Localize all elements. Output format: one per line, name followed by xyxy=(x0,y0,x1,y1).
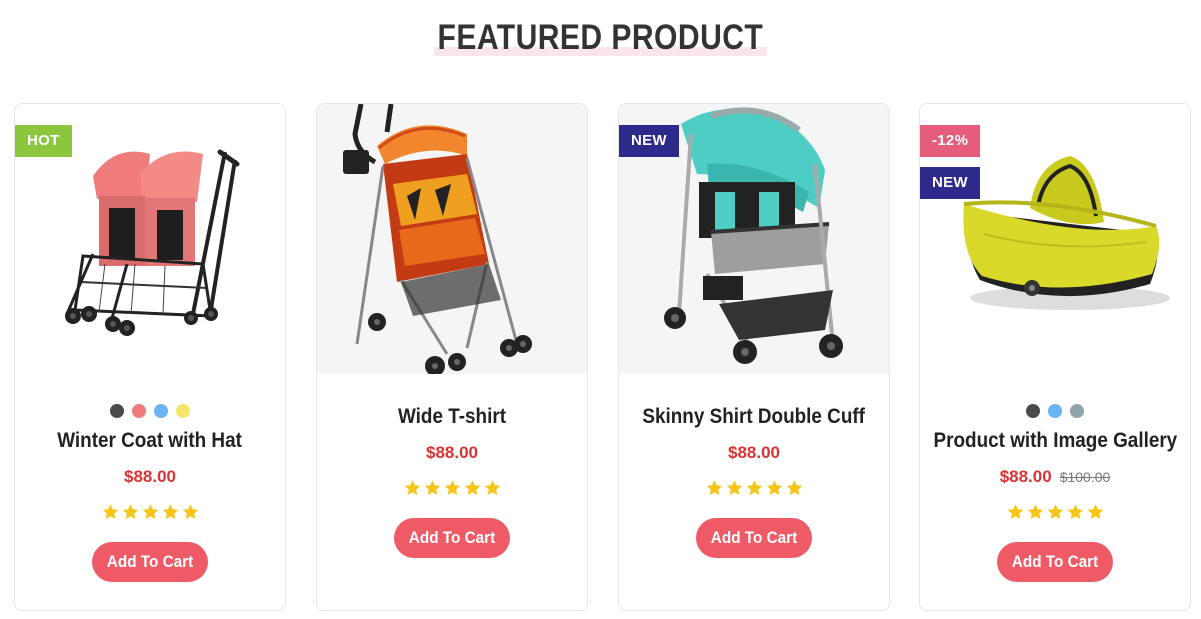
color-swatch-1[interactable] xyxy=(1026,404,1040,418)
product-price: $88.00 $100.00 xyxy=(999,467,1111,486)
color-swatch-1[interactable] xyxy=(110,404,124,418)
product-rating xyxy=(317,479,587,497)
star-icon xyxy=(1067,504,1083,519)
star-icon xyxy=(1007,504,1023,519)
add-to-cart-button[interactable]: Add To Cart xyxy=(696,518,812,558)
star-icon xyxy=(162,504,178,519)
star-icon xyxy=(102,504,118,519)
color-swatch-3[interactable] xyxy=(1070,404,1084,418)
product-title[interactable]: Wide T-shirt xyxy=(317,405,587,429)
star-icon xyxy=(1027,504,1043,519)
star-icon xyxy=(404,480,420,495)
star-icon xyxy=(122,504,138,519)
product-price: $88.00 xyxy=(124,467,176,486)
star-icon xyxy=(1087,504,1103,519)
product-card-1[interactable]: HOT Winter Coat with Hat $88.00 Add To C… xyxy=(14,103,286,611)
star-icon xyxy=(444,480,460,495)
product-card-2[interactable]: Wide T-shirt $88.00 Add To Cart xyxy=(316,103,588,611)
star-icon xyxy=(1047,504,1063,519)
color-swatches xyxy=(15,404,285,418)
product-image[interactable]: HOT xyxy=(15,104,285,374)
product-title[interactable]: Product with Image Gallery xyxy=(920,429,1190,453)
product-image[interactable]: -12% NEW xyxy=(920,104,1190,374)
product-price: $88.00 xyxy=(426,443,478,462)
badge-hot: HOT xyxy=(15,125,72,157)
add-to-cart-button[interactable]: Add To Cart xyxy=(92,542,208,582)
old-price: $100.00 xyxy=(1059,469,1111,485)
star-icon xyxy=(142,504,158,519)
badge-new: NEW xyxy=(920,167,980,199)
product-rating xyxy=(15,503,285,521)
product-image[interactable]: NEW xyxy=(619,104,889,374)
star-icon xyxy=(706,480,722,495)
section-title-text: FEATURED PRODUCT xyxy=(434,18,767,58)
product-grid: HOT Winter Coat with Hat $88.00 Add To C… xyxy=(14,103,1191,612)
star-icon xyxy=(786,480,802,495)
product-card-4[interactable]: -12% NEW Product with Image Gallery $88.0… xyxy=(919,103,1191,611)
color-swatches xyxy=(920,404,1190,418)
color-swatch-2[interactable] xyxy=(1048,404,1062,418)
product-title[interactable]: Skinny Shirt Double Cuff xyxy=(619,405,889,429)
product-rating xyxy=(619,479,889,497)
star-icon xyxy=(182,504,198,519)
product-image[interactable] xyxy=(317,104,587,374)
badge-new: NEW xyxy=(619,125,679,157)
section-title: FEATURED PRODUCT xyxy=(0,18,1201,58)
flame-umbrella-stroller-image[interactable] xyxy=(317,104,588,374)
add-to-cart-button[interactable]: Add To Cart xyxy=(997,542,1113,582)
star-icon xyxy=(746,480,762,495)
star-icon xyxy=(726,480,742,495)
product-rating xyxy=(920,503,1190,521)
star-icon xyxy=(766,480,782,495)
color-swatch-2[interactable] xyxy=(132,404,146,418)
star-icon xyxy=(464,480,480,495)
product-title[interactable]: Winter Coat with Hat xyxy=(15,429,285,453)
color-swatch-3[interactable] xyxy=(154,404,168,418)
product-price: $88.00 xyxy=(728,443,780,462)
color-swatch-4[interactable] xyxy=(176,404,190,418)
star-icon xyxy=(484,480,500,495)
star-icon xyxy=(424,480,440,495)
add-to-cart-button[interactable]: Add To Cart xyxy=(394,518,510,558)
badge-discount: -12% xyxy=(920,125,981,157)
product-card-3[interactable]: NEW Skinny Shirt Double Cuff $88.00 Add … xyxy=(618,103,890,611)
